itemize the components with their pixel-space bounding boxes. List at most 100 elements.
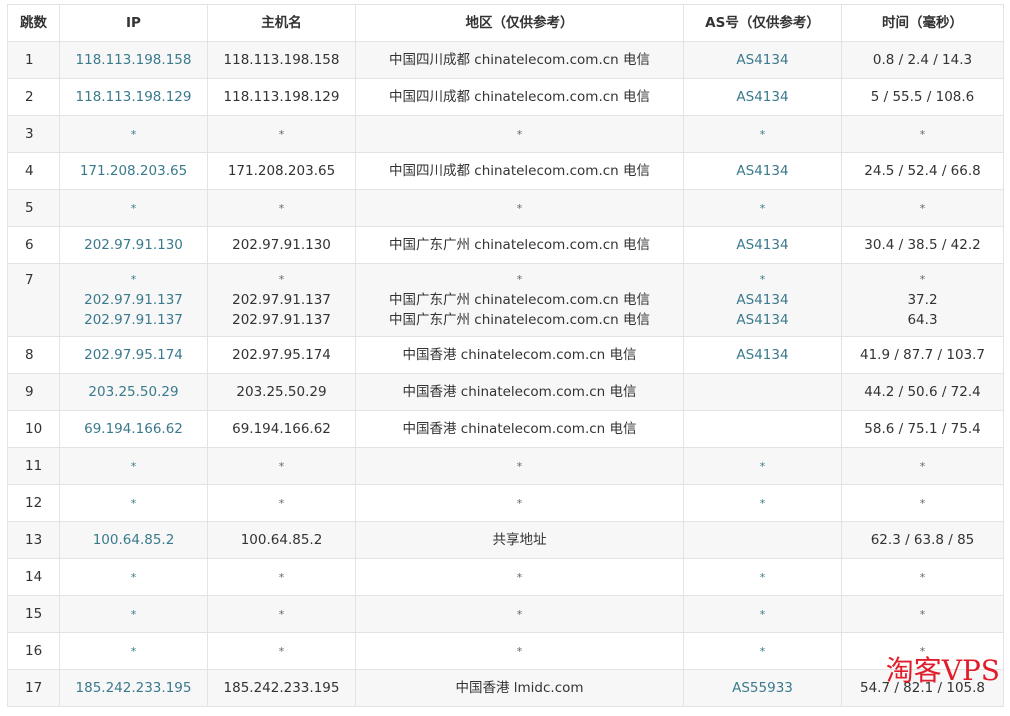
table-row: 12 * * * * *	[7, 484, 1004, 522]
cell-hostname-container: 171.208.203.65	[207, 152, 356, 190]
cell-as[interactable]: AS55933	[732, 680, 793, 696]
cell-region: 中国香港 lmidc.com	[455, 680, 584, 696]
timeout-marker: *	[919, 273, 926, 286]
timeout-marker: *	[130, 273, 137, 286]
cell-time: 58.6 / 75.1 / 75.4	[864, 421, 981, 437]
cell-as-container: *	[683, 632, 842, 670]
cell-region-container: *	[355, 447, 684, 485]
cell-as[interactable]: AS4134	[736, 52, 788, 68]
cell-ip-container: *	[59, 447, 208, 485]
timeout-marker: *	[759, 459, 766, 473]
cell-ip[interactable]: 202.97.95.174	[84, 347, 183, 363]
cell-region-container: *	[355, 595, 684, 633]
cell-region-container: *	[355, 484, 684, 522]
header-as: AS号（仅供参考）	[683, 4, 842, 42]
cell-as[interactable]: AS4134	[736, 89, 788, 105]
table-row: 6 202.97.91.130 202.97.91.130 中国广东广州 chinat…	[7, 226, 1004, 264]
cell-ip[interactable]: 185.242.233.195	[76, 680, 192, 696]
table-row: 3 * * * * *	[7, 115, 1004, 153]
cell-region-container: 中国香港 lmidc.com	[355, 669, 684, 707]
cell-time: 62.3 / 63.8 / 85	[870, 532, 975, 548]
cell-time-container: * 37.2 64.3	[841, 263, 1004, 337]
cell-ip-container: 171.208.203.65	[59, 152, 208, 190]
timeout-marker: *	[759, 201, 766, 215]
cell-ip-container: 69.194.166.62	[59, 410, 208, 448]
cell-hostname: 202.97.91.130	[232, 237, 331, 253]
cell-hostname-container: *	[207, 115, 356, 153]
cell-ip[interactable]: 118.113.198.129	[76, 89, 192, 105]
cell-as[interactable]: AS4134	[684, 290, 841, 310]
cell-ip[interactable]: 202.97.91.137	[60, 310, 207, 330]
cell-as[interactable]: AS4134	[736, 163, 788, 179]
cell-ip[interactable]: 69.194.166.62	[84, 421, 183, 437]
table-row: 4 171.208.203.65 171.208.203.65 中国四川成都 chin…	[7, 152, 1004, 190]
table-header-row: 跳数 IP 主机名 地区（仅供参考） AS号（仅供参考） 时间（毫秒）	[7, 4, 1004, 42]
cell-time: 5 / 55.5 / 108.6	[870, 89, 975, 105]
cell-region-container: 中国香港 chinatelecom.com.cn 电信	[355, 410, 684, 448]
cell-as-container: AS4134	[683, 78, 842, 116]
cell-ip-container: *	[59, 115, 208, 153]
cell-region: 中国香港 chinatelecom.com.cn 电信	[402, 347, 637, 363]
cell-ip[interactable]: 202.97.91.130	[84, 237, 183, 253]
timeout-marker: *	[516, 127, 523, 141]
cell-as-container: *	[683, 115, 842, 153]
cell-as[interactable]: AS4134	[736, 347, 788, 363]
timeout-marker: *	[759, 273, 766, 286]
table-row: 13 100.64.85.2 100.64.85.2 共享地址 62.3 / 63.8 …	[7, 521, 1004, 559]
header-hop: 跳数	[7, 4, 60, 42]
cell-as[interactable]: AS4134	[684, 310, 841, 330]
cell-region: 中国香港 chinatelecom.com.cn 电信	[402, 384, 637, 400]
cell-ip-container: *	[59, 595, 208, 633]
cell-hop: 3	[7, 115, 60, 153]
cell-time-container: *	[841, 447, 1004, 485]
table-row: 8 202.97.95.174 202.97.95.174 中国香港 chinatel…	[7, 336, 1004, 374]
timeout-marker: *	[919, 127, 926, 141]
cell-ip[interactable]: 118.113.198.158	[76, 52, 192, 68]
cell-ip-container: 118.113.198.158	[59, 41, 208, 79]
cell-hostname-container: *	[207, 189, 356, 227]
timeout-marker: *	[759, 607, 766, 621]
timeout-marker: *	[516, 644, 523, 658]
cell-hop: 8	[7, 336, 60, 374]
timeout-marker: *	[278, 607, 285, 621]
cell-region-container: 中国四川成都 chinatelecom.com.cn 电信	[355, 41, 684, 79]
cell-hop: 2	[7, 78, 60, 116]
header-hostname: 主机名	[207, 4, 356, 42]
cell-hop: 12	[7, 484, 60, 522]
cell-ip[interactable]: 202.97.91.137	[60, 290, 207, 310]
cell-time: 30.4 / 38.5 / 42.2	[864, 237, 981, 253]
cell-region: 中国四川成都 chinatelecom.com.cn 电信	[388, 163, 651, 179]
timeout-marker: *	[919, 607, 926, 621]
cell-as-container: *	[683, 595, 842, 633]
cell-hostname-container: * 202.97.91.137 202.97.91.137	[207, 263, 356, 337]
traceroute-table: 跳数 IP 主机名 地区（仅供参考） AS号（仅供参考） 时间（毫秒） 1 118…	[7, 4, 1004, 707]
cell-ip-container: 202.97.95.174	[59, 336, 208, 374]
cell-hop: 7	[7, 263, 60, 337]
cell-ip-container: 202.97.91.130	[59, 226, 208, 264]
timeout-marker: *	[278, 201, 285, 215]
cell-region: 中国广东广州 chinatelecom.com.cn 电信	[388, 292, 651, 308]
cell-region-container: *	[355, 632, 684, 670]
cell-as[interactable]: AS4134	[736, 237, 788, 253]
cell-as-container: * AS4134 AS4134	[683, 263, 842, 337]
table-row: 16 * * * * *	[7, 632, 1004, 670]
timeout-marker: *	[516, 201, 523, 215]
cell-region-container: 中国香港 chinatelecom.com.cn 电信	[355, 373, 684, 411]
cell-ip[interactable]: 100.64.85.2	[93, 532, 175, 548]
cell-ip-container: *	[59, 189, 208, 227]
cell-region-container: *	[355, 189, 684, 227]
cell-hostname-container: *	[207, 447, 356, 485]
cell-ip[interactable]: 171.208.203.65	[80, 163, 187, 179]
timeout-marker: *	[516, 496, 523, 510]
cell-region-container: 共享地址	[355, 521, 684, 559]
cell-ip-container: 100.64.85.2	[59, 521, 208, 559]
cell-as-container: AS4134	[683, 152, 842, 190]
cell-hop: 15	[7, 595, 60, 633]
timeout-marker: *	[278, 459, 285, 473]
timeout-marker: *	[919, 459, 926, 473]
cell-ip[interactable]: 203.25.50.29	[88, 384, 178, 400]
timeout-marker: *	[759, 496, 766, 510]
table-row: 9 203.25.50.29 203.25.50.29 中国香港 chinatelec…	[7, 373, 1004, 411]
table-row: 15 * * * * *	[7, 595, 1004, 633]
cell-hop: 1	[7, 41, 60, 79]
